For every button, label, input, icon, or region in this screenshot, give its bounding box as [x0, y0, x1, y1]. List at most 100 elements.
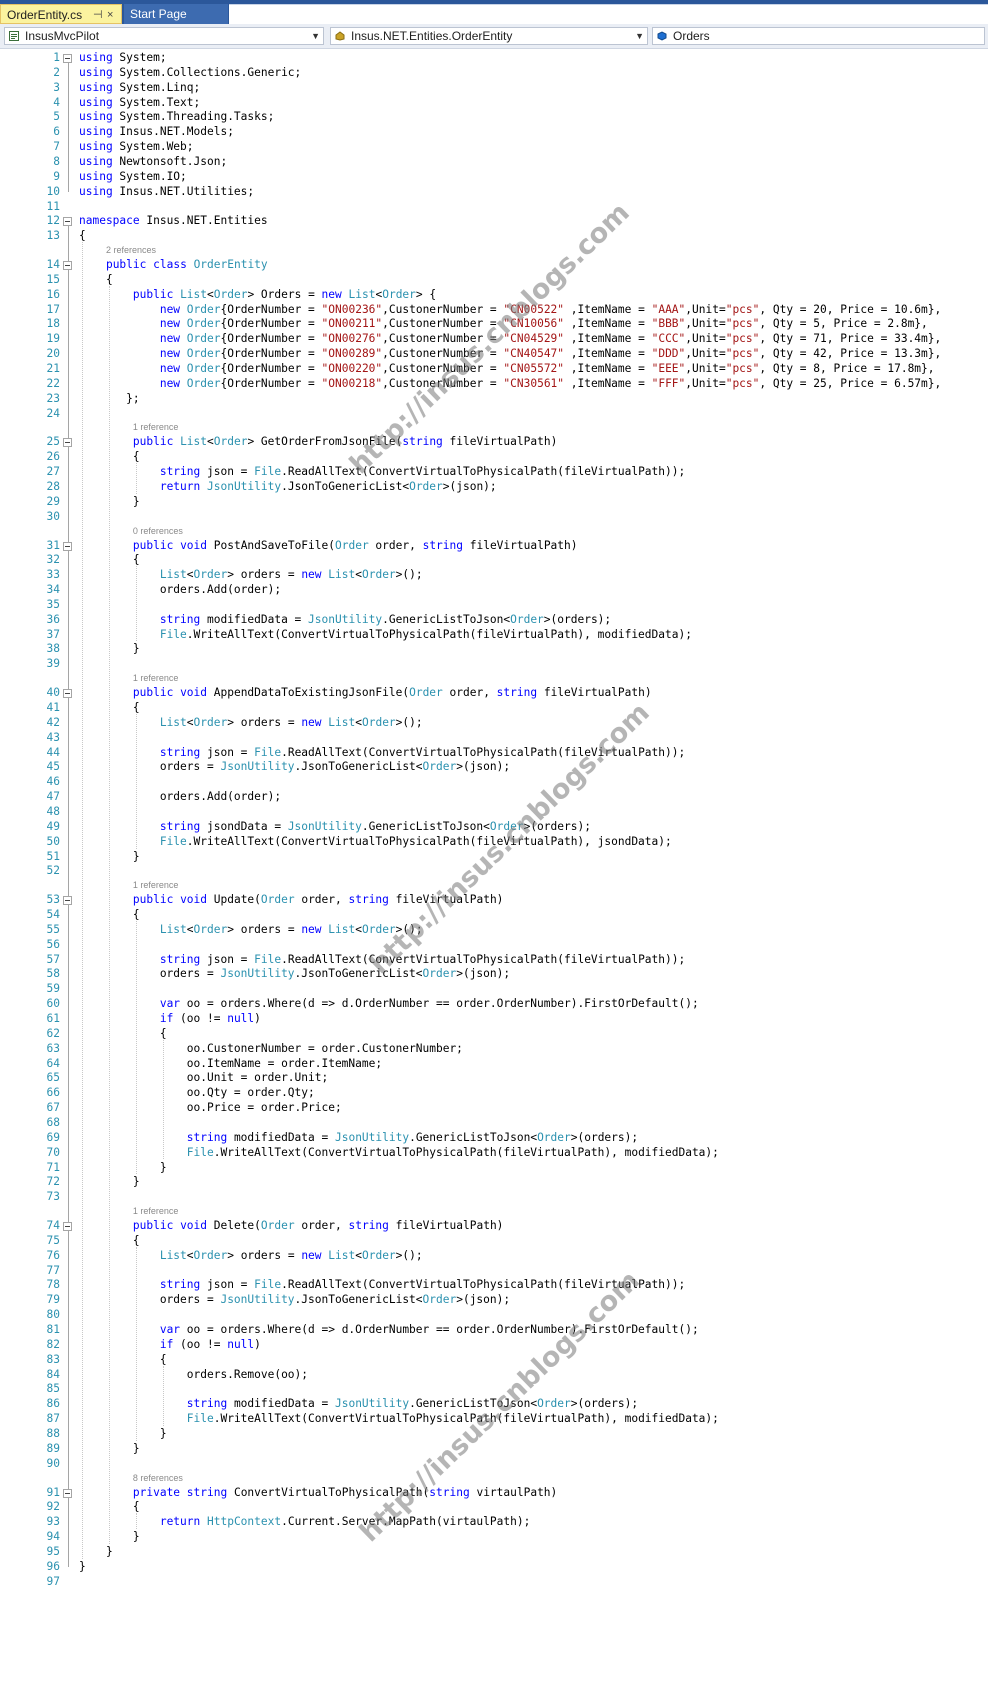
references-codelens[interactable]: 1 reference	[133, 1206, 179, 1216]
code-line[interactable]: 54 {	[0, 907, 988, 923]
type-dropdown[interactable]: Insus.NET.Entities.OrderEntity ▼	[330, 27, 648, 45]
code-line[interactable]: 80	[0, 1307, 988, 1323]
code-line[interactable]: 31 public void PostAndSaveToFile(Order o…	[0, 538, 988, 554]
code-line[interactable]: 4 using System.Text;	[0, 95, 988, 111]
code-line[interactable]: 70 File.WriteAllText(ConvertVirtualToPhy…	[0, 1145, 988, 1161]
code-line[interactable]: 26 {	[0, 449, 988, 465]
code-line[interactable]: 69 string modifiedData = JsonUtility.Gen…	[0, 1130, 988, 1146]
code-line[interactable]: 38 }	[0, 641, 988, 657]
code-line[interactable]: 8 using Newtonsoft.Json;	[0, 154, 988, 170]
code-line[interactable]: 68	[0, 1115, 988, 1131]
collapse-icon[interactable]	[63, 1488, 72, 1498]
member-dropdown[interactable]: Orders	[652, 27, 985, 45]
code-line[interactable]: 45 orders = JsonUtility.JsonToGenericLis…	[0, 759, 988, 775]
code-line[interactable]: 42 List<Order> orders = new List<Order>(…	[0, 715, 988, 731]
code-line[interactable]: 40 public void AppendDataToExistingJsonF…	[0, 685, 988, 701]
code-line[interactable]: 11	[0, 199, 988, 215]
code-line[interactable]: 23 };	[0, 391, 988, 407]
code-line[interactable]: 10 using Insus.NET.Utilities;	[0, 184, 988, 200]
code-line[interactable]: 7 using System.Web;	[0, 139, 988, 155]
code-line[interactable]: 32 {	[0, 552, 988, 568]
code-line[interactable]: 63 oo.CustonerNumber = order.CustonerNum…	[0, 1041, 988, 1057]
code-line[interactable]: 62 {	[0, 1026, 988, 1042]
code-editor[interactable]: 1 using System; 2 using System.Collections.…	[0, 48, 988, 1693]
pin-icon[interactable]: ⊣	[93, 5, 103, 25]
code-line[interactable]: 36 string modifiedData = JsonUtility.Gen…	[0, 612, 988, 628]
code-line[interactable]: 81 var oo = orders.Where(d => d.OrderNum…	[0, 1322, 988, 1338]
close-icon[interactable]: ×	[107, 5, 113, 25]
code-line[interactable]: 47 orders.Add(order);	[0, 789, 988, 805]
references-codelens[interactable]: 0 references	[133, 526, 183, 536]
code-line[interactable]: 82 if (oo != null)	[0, 1337, 988, 1353]
code-line[interactable]: 96}	[0, 1559, 988, 1575]
code-line[interactable]: 90	[0, 1456, 988, 1472]
collapse-icon[interactable]	[63, 1222, 72, 1232]
code-line[interactable]: 33 List<Order> orders = new List<Order>(…	[0, 567, 988, 583]
code-line[interactable]: 91 private string ConvertVirtualToPhysic…	[0, 1485, 988, 1501]
code-line[interactable]: 66 oo.Qty = order.Qty;	[0, 1085, 988, 1101]
code-line[interactable]: 77	[0, 1263, 988, 1279]
code-line[interactable]: 95 }	[0, 1544, 988, 1560]
code-line[interactable]: 74 public void Delete(Order order, strin…	[0, 1218, 988, 1234]
code-line[interactable]: 12 namespace Insus.NET.Entities	[0, 213, 988, 229]
code-line[interactable]: 39	[0, 656, 988, 672]
code-line[interactable]: 92 {	[0, 1499, 988, 1515]
code-line[interactable]: 65 oo.Unit = order.Unit;	[0, 1070, 988, 1086]
code-line[interactable]: 15 {	[0, 272, 988, 288]
code-line[interactable]: 53 public void Update(Order order, strin…	[0, 892, 988, 908]
code-line[interactable]: 71 }	[0, 1160, 988, 1176]
references-codelens[interactable]: 1 reference	[133, 880, 179, 890]
code-line[interactable]: 21 new Order{OrderNumber = "ON00220",Cus…	[0, 361, 988, 377]
code-line[interactable]: 67 oo.Price = order.Price;	[0, 1100, 988, 1116]
code-line[interactable]: 59	[0, 981, 988, 997]
code-line[interactable]: 89 }	[0, 1441, 988, 1457]
collapse-icon[interactable]	[63, 541, 72, 551]
code-line[interactable]: 34 orders.Add(order);	[0, 582, 988, 598]
tab-start-page[interactable]: Start Page	[124, 4, 228, 24]
code-line[interactable]: 29 }	[0, 494, 988, 510]
tab-orderentity-cs[interactable]: OrderEntity.cs ⊣ ×	[0, 4, 122, 24]
references-codelens[interactable]: 8 references	[133, 1473, 183, 1483]
code-line[interactable]: 64 oo.ItemName = order.ItemName;	[0, 1056, 988, 1072]
code-line[interactable]: 35	[0, 597, 988, 613]
code-line[interactable]: 48	[0, 804, 988, 820]
code-line[interactable]: 41 {	[0, 700, 988, 716]
code-line[interactable]: 97	[0, 1574, 988, 1590]
code-line[interactable]: 78 string json = File.ReadAllText(Conver…	[0, 1277, 988, 1293]
code-line[interactable]: 6 using Insus.NET.Models;	[0, 124, 988, 140]
code-line[interactable]: 2 using System.Collections.Generic;	[0, 65, 988, 81]
code-line[interactable]: 5 using System.Threading.Tasks;	[0, 109, 988, 125]
code-line[interactable]: 57 string json = File.ReadAllText(Conver…	[0, 952, 988, 968]
code-line[interactable]: 94 }	[0, 1529, 988, 1545]
code-line[interactable]: 24	[0, 406, 988, 422]
code-line[interactable]: 1 using System;	[0, 50, 988, 66]
code-line[interactable]: 56	[0, 937, 988, 953]
collapse-icon[interactable]	[63, 261, 72, 271]
code-line[interactable]: 43	[0, 730, 988, 746]
code-line[interactable]: 9 using System.IO;	[0, 169, 988, 185]
code-line[interactable]: 61 if (oo != null)	[0, 1011, 988, 1027]
code-line[interactable]: 14 public class OrderEntity	[0, 257, 988, 273]
code-line[interactable]: 55 List<Order> orders = new List<Order>(…	[0, 922, 988, 938]
code-line[interactable]: 27 string json = File.ReadAllText(Conver…	[0, 464, 988, 480]
code-line[interactable]: 79 orders = JsonUtility.JsonToGenericLis…	[0, 1292, 988, 1308]
code-line[interactable]: 76 List<Order> orders = new List<Order>(…	[0, 1248, 988, 1264]
code-line[interactable]: 16 public List<Order> Orders = new List<…	[0, 287, 988, 303]
collapse-icon[interactable]	[63, 896, 72, 906]
code-line[interactable]: 75 {	[0, 1233, 988, 1249]
code-line[interactable]: 72 }	[0, 1174, 988, 1190]
references-codelens[interactable]: 2 references	[106, 245, 156, 255]
code-line[interactable]: 30	[0, 509, 988, 525]
collapse-icon[interactable]	[63, 54, 72, 63]
code-line[interactable]: 28 return JsonUtility.JsonToGenericList<…	[0, 479, 988, 495]
code-line[interactable]: 22 new Order{OrderNumber = "ON00218",Cus…	[0, 376, 988, 392]
code-line[interactable]: 73	[0, 1189, 988, 1205]
references-codelens[interactable]: 1 reference	[133, 422, 179, 432]
collapse-icon[interactable]	[63, 217, 72, 227]
code-line[interactable]: 46	[0, 774, 988, 790]
references-codelens[interactable]: 1 reference	[133, 673, 179, 683]
collapse-icon[interactable]	[63, 689, 72, 699]
code-line[interactable]: 37 File.WriteAllText(ConvertVirtualToPhy…	[0, 627, 988, 643]
code-line[interactable]: 58 orders = JsonUtility.JsonToGenericLis…	[0, 966, 988, 982]
code-line[interactable]: 60 var oo = orders.Where(d => d.OrderNum…	[0, 996, 988, 1012]
